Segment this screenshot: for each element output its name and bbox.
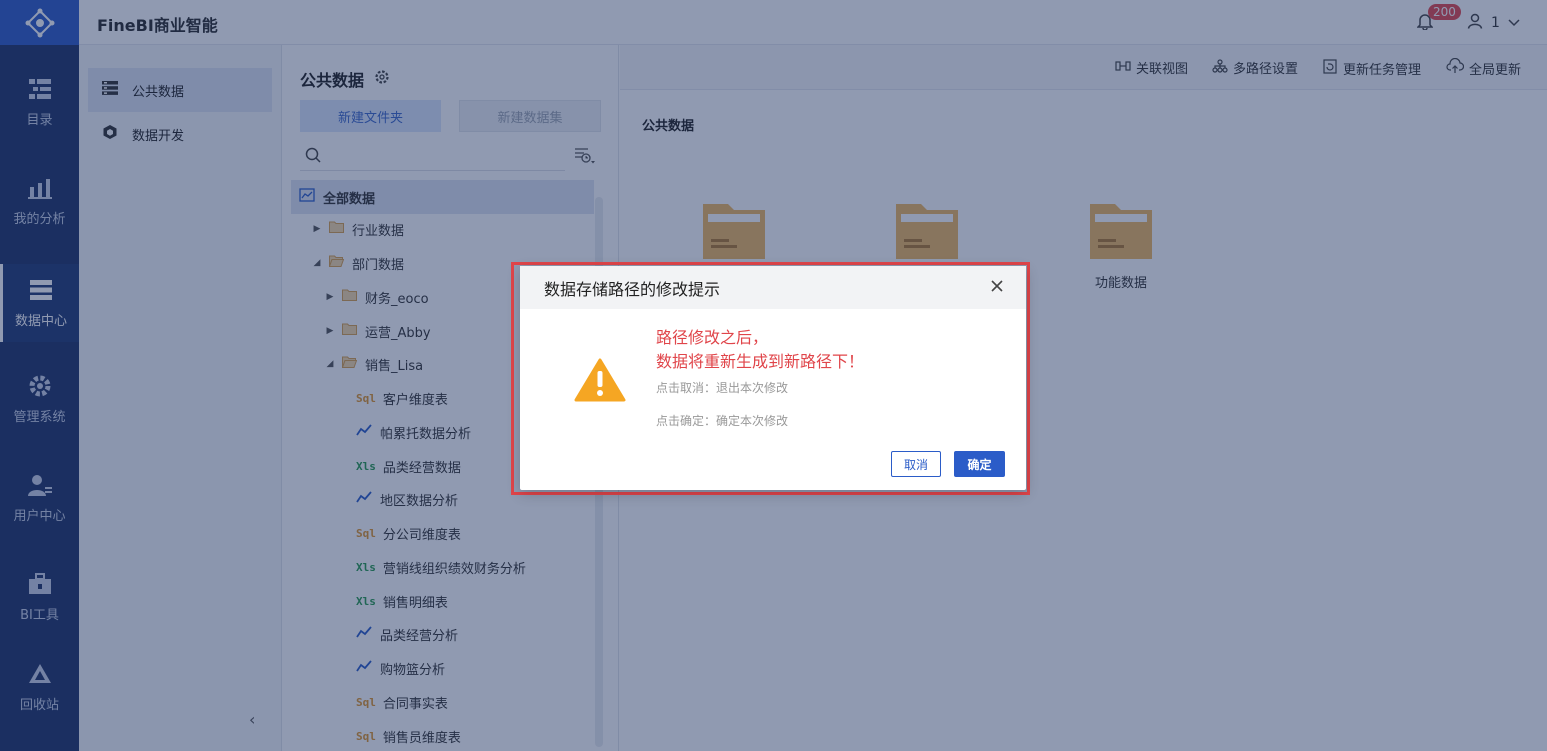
dialog-hint-cancel: 点击取消：退出本次修改 bbox=[656, 381, 789, 395]
dialog-message-line: 路径修改之后， bbox=[656, 328, 769, 347]
dialog-header: 数据存储路径的修改提示 bbox=[520, 266, 1026, 309]
warning-icon bbox=[574, 358, 626, 406]
cancel-button[interactable]: 取消 bbox=[891, 451, 941, 477]
close-icon[interactable] bbox=[990, 278, 1004, 297]
dialog-message: 路径修改之后， 数据将重新生成到新路径下！ bbox=[656, 326, 864, 374]
dialog-hint-ok: 点击确定：确定本次修改 bbox=[656, 414, 789, 428]
dialog-title: 数据存储路径的修改提示 bbox=[544, 279, 721, 299]
confirm-button[interactable]: 确定 bbox=[954, 451, 1005, 477]
dialog-message-line: 数据将重新生成到新路径下！ bbox=[656, 352, 865, 371]
path-change-dialog: 数据存储路径的修改提示 路径修改之后， 数据将重新生成到新路径下！ 点击取消：退… bbox=[520, 266, 1026, 490]
